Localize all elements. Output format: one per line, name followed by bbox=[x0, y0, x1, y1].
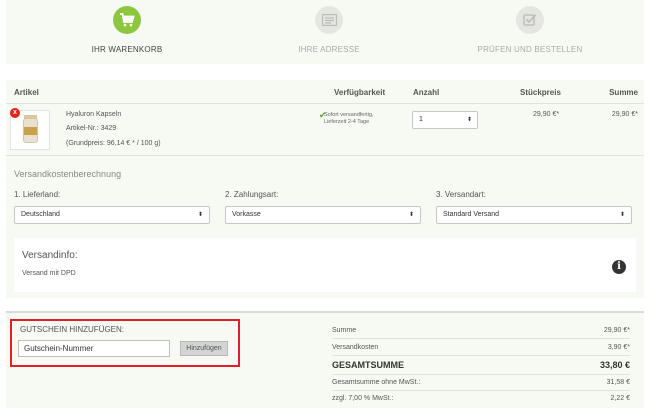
payment-select[interactable]: Vorkasse ⬍ bbox=[225, 206, 421, 224]
subtotal-row: Summe 29,90 €* bbox=[332, 327, 630, 334]
header-total: Summe bbox=[609, 88, 638, 97]
availability-line1: Sofort versandfertig, bbox=[324, 112, 374, 118]
cart-item-row: x Hyaluron Kapseln Artikel-Nr.: 3429 (Gr… bbox=[6, 104, 644, 156]
cart-table-header: Artikel Verfügbarkeit Anzahl Stückpreis … bbox=[6, 80, 644, 104]
select-arrows-icon: ⬍ bbox=[408, 212, 414, 218]
address-card-icon bbox=[315, 6, 343, 34]
vat-value: 2,22 € bbox=[610, 395, 630, 402]
step-review-label: PRÜFEN UND BESTELLEN bbox=[477, 45, 583, 54]
shipping-calc-title: Versandkostenberechnung bbox=[14, 169, 122, 179]
cart-icon bbox=[113, 6, 141, 34]
add-coupon-button[interactable]: Hinzufügen bbox=[180, 341, 228, 356]
info-icon[interactable]: i bbox=[612, 260, 626, 274]
step-review[interactable]: PRÜFEN UND BESTELLEN bbox=[460, 6, 600, 54]
subtotal-value: 29,90 €* bbox=[603, 327, 630, 334]
shipping-method-select[interactable]: Standard Versand ⬍ bbox=[436, 206, 632, 224]
payment-value: Vorkasse bbox=[232, 211, 261, 218]
shipping-cost-label: Versandkosten bbox=[332, 344, 379, 351]
payment-label: 2. Zahlungsart: bbox=[225, 190, 279, 199]
shipping-method-label: 3. Versandart: bbox=[436, 190, 486, 199]
grand-total-value: 33,80 € bbox=[599, 360, 630, 370]
cart-panel: Artikel Verfügbarkeit Anzahl Stückpreis … bbox=[6, 80, 644, 298]
grand-total-label: GESAMTSUMME bbox=[332, 360, 404, 370]
select-arrows-icon: ⬍ bbox=[466, 117, 472, 123]
coupon-box: GUTSCHEIN HINZUFÜGEN: Hinzufügen bbox=[10, 319, 240, 367]
vat-label: zzgl. 7,00 % MwSt.: bbox=[332, 395, 394, 402]
bottle-label bbox=[24, 127, 37, 135]
country-label: 1. Lieferland: bbox=[14, 190, 61, 199]
shipping-info-title: Versandinfo: bbox=[22, 250, 78, 261]
quantity-value: 1 bbox=[419, 116, 423, 123]
divider bbox=[332, 374, 630, 375]
checkmark-icon bbox=[516, 6, 544, 34]
quantity-select[interactable]: 1 ⬍ bbox=[412, 111, 478, 129]
net-total-value: 31,58 € bbox=[606, 379, 630, 386]
shipping-info-box: Versandinfo: Versand mit DPD i bbox=[14, 238, 636, 292]
shipping-info-text: Versand mit DPD bbox=[22, 270, 76, 277]
checkout-summary-area: GUTSCHEIN HINZUFÜGEN: Hinzufügen Summe 2… bbox=[6, 311, 644, 408]
shipping-method-value: Standard Versand bbox=[443, 211, 500, 218]
step-address[interactable]: IHRE ADRESSE bbox=[259, 6, 399, 54]
net-total-label: Gesamtsumme ohne MwSt.: bbox=[332, 379, 421, 386]
header-availability: Verfügbarkeit bbox=[334, 88, 386, 97]
step-cart[interactable]: IHR WARENKORB bbox=[57, 6, 197, 54]
country-select[interactable]: Deutschland ⬍ bbox=[14, 206, 210, 224]
shipping-cost-row: Versandkosten 3,90 €* bbox=[332, 344, 630, 351]
step-address-label: IHRE ADRESSE bbox=[298, 45, 360, 54]
header-quantity: Anzahl bbox=[413, 88, 440, 97]
select-arrows-icon: ⬍ bbox=[197, 212, 203, 218]
step-cart-label: IHR WARENKORB bbox=[91, 45, 163, 54]
unit-price: 29,90 €* bbox=[533, 111, 560, 118]
select-arrows-icon: ⬍ bbox=[619, 212, 625, 218]
product-article-number: Artikel-Nr.: 3429 bbox=[66, 125, 117, 132]
item-total: 29,90 €* bbox=[611, 111, 638, 118]
divider bbox=[332, 338, 630, 339]
coupon-input[interactable] bbox=[18, 340, 170, 357]
remove-item-button[interactable]: x bbox=[10, 108, 20, 118]
vat-row: zzgl. 7,00 % MwSt.: 2,22 € bbox=[332, 395, 630, 402]
country-value: Deutschland bbox=[21, 211, 60, 218]
net-total-row: Gesamtsumme ohne MwSt.: 31,58 € bbox=[332, 379, 630, 386]
availability-text: Sofort versandfertig, Lieferzeit 2-4 Tag… bbox=[324, 112, 394, 126]
product-base-price: (Grundpreis: 96,14 € * / 100 g) bbox=[66, 140, 161, 147]
subtotal-label: Summe bbox=[332, 327, 357, 334]
divider bbox=[332, 355, 630, 356]
divider bbox=[332, 390, 630, 391]
availability-line2: Lieferzeit 2-4 Tage bbox=[324, 119, 370, 125]
checkout-steps: IHR WARENKORB IHRE ADRESSE PRÜFEN UND BE… bbox=[6, 0, 644, 64]
header-article: Artikel bbox=[14, 88, 39, 97]
grand-total-row: GESAMTSUMME 33,80 € bbox=[332, 360, 630, 370]
product-name[interactable]: Hyaluron Kapseln bbox=[66, 111, 121, 118]
coupon-title: GUTSCHEIN HINZUFÜGEN: bbox=[20, 325, 124, 334]
shipping-cost-value: 3,90 €* bbox=[607, 344, 630, 351]
header-unit-price: Stückpreis bbox=[520, 88, 561, 97]
